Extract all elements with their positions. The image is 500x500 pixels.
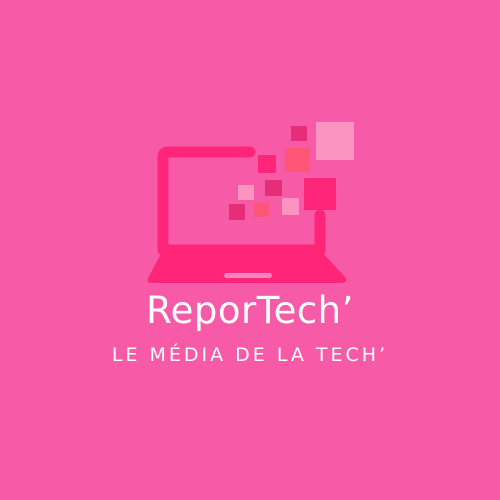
laptop-base [147, 250, 347, 283]
laptop-trackpad [224, 273, 272, 278]
pixel-square [254, 203, 269, 217]
pixel-square [258, 155, 276, 173]
pixel-square [316, 122, 354, 160]
laptop-with-pixels-icon [147, 122, 354, 283]
pixel-square [291, 126, 307, 141]
pixel-square [238, 185, 254, 200]
pixel-square [304, 178, 336, 210]
pixel-square [229, 204, 245, 220]
pixel-square [285, 148, 310, 172]
pixel-square [282, 198, 299, 215]
brand-name: ReporTech’ [146, 289, 354, 332]
tagline: LE MÉDIA DE LA TECH’ [111, 344, 389, 366]
pixel-square [265, 180, 282, 196]
